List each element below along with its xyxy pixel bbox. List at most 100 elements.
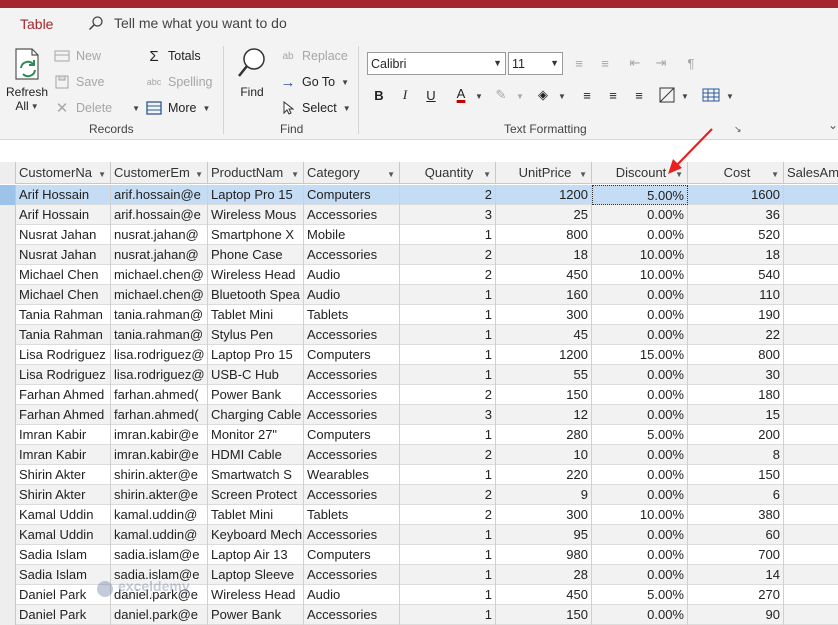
table-cell[interactable]: Shirin Akter bbox=[16, 485, 111, 505]
table-cell[interactable]: Laptop Pro 15 bbox=[208, 345, 304, 365]
table-cell[interactable]: michael.chen@ bbox=[111, 265, 208, 285]
table-cell[interactable]: 8 bbox=[688, 445, 784, 465]
table-cell[interactable] bbox=[784, 205, 838, 225]
table-cell[interactable]: 0.00% bbox=[592, 605, 688, 625]
table-cell[interactable]: 300 bbox=[496, 305, 592, 325]
table-cell[interactable]: tania.rahman@ bbox=[111, 325, 208, 345]
table-cell[interactable]: 95 bbox=[496, 525, 592, 545]
chevron-down-icon[interactable]: ▼ bbox=[726, 92, 734, 101]
table-cell[interactable]: farhan.ahmed( bbox=[111, 385, 208, 405]
table-cell[interactable]: 0.00% bbox=[592, 485, 688, 505]
table-cell[interactable]: Laptop Sleeve bbox=[208, 565, 304, 585]
table-cell[interactable]: 270 bbox=[688, 585, 784, 605]
table-cell[interactable]: Accessories bbox=[304, 485, 400, 505]
table-cell[interactable]: Monitor 27" bbox=[208, 425, 304, 445]
table-cell[interactable]: 1 bbox=[400, 525, 496, 545]
table-cell[interactable]: lisa.rodriguez@ bbox=[111, 365, 208, 385]
table-cell[interactable]: Kamal Uddin bbox=[16, 505, 111, 525]
table-cell[interactable]: michael.chen@ bbox=[111, 285, 208, 305]
sort-filter-dropdown-icon[interactable]: ▼ bbox=[98, 164, 106, 184]
spelling-button[interactable]: abc Spelling bbox=[146, 74, 213, 90]
table-row[interactable]: Shirin Akter shirin.akter@e Screen Protect… bbox=[0, 485, 838, 505]
record-selector[interactable] bbox=[0, 245, 16, 265]
table-cell[interactable]: Michael Chen bbox=[16, 265, 111, 285]
table-cell[interactable]: Tablet Mini bbox=[208, 505, 304, 525]
table-cell[interactable] bbox=[784, 285, 838, 305]
table-cell[interactable]: 2 bbox=[400, 185, 496, 205]
table-cell[interactable]: Sadia Islam bbox=[16, 545, 111, 565]
paragraph-direction-icon[interactable]: ¶ bbox=[680, 52, 702, 74]
table-cell[interactable]: Computers bbox=[304, 425, 400, 445]
record-selector[interactable] bbox=[0, 225, 16, 245]
table-cell[interactable]: Screen Protect bbox=[208, 485, 304, 505]
table-row[interactable]: Nusrat Jahan nusrat.jahan@ Smartphone X Mob… bbox=[0, 225, 838, 245]
table-cell[interactable]: 0.00% bbox=[592, 405, 688, 425]
table-cell[interactable]: Bluetooth Spea bbox=[208, 285, 304, 305]
select-all-box[interactable] bbox=[0, 162, 16, 184]
table-cell[interactable]: Accessories bbox=[304, 525, 400, 545]
table-cell[interactable]: Keyboard Mech bbox=[208, 525, 304, 545]
table-row[interactable]: Michael Chen michael.chen@ Wireless Head Au… bbox=[0, 265, 838, 285]
delete-record-button[interactable]: ✕ Delete ▼ bbox=[54, 100, 140, 117]
table-cell[interactable]: daniel.park@e bbox=[111, 585, 208, 605]
table-cell[interactable]: Laptop Pro 15 bbox=[208, 185, 304, 205]
table-cell[interactable]: 800 bbox=[496, 225, 592, 245]
table-cell[interactable]: 150 bbox=[496, 385, 592, 405]
table-cell[interactable]: 36 bbox=[688, 205, 784, 225]
table-cell[interactable]: Accessories bbox=[304, 385, 400, 405]
table-cell[interactable]: nusrat.jahan@ bbox=[111, 225, 208, 245]
table-cell[interactable]: 280 bbox=[496, 425, 592, 445]
table-cell[interactable]: 190 bbox=[688, 305, 784, 325]
table-cell[interactable]: Power Bank bbox=[208, 385, 304, 405]
table-cell[interactable]: 1 bbox=[400, 225, 496, 245]
table-row[interactable]: Daniel Park daniel.park@e Power Bank Access… bbox=[0, 605, 838, 625]
font-size-combo[interactable]: 11 ▼ bbox=[508, 52, 563, 75]
table-cell[interactable]: 2 bbox=[400, 445, 496, 465]
record-selector[interactable] bbox=[0, 425, 16, 445]
table-cell[interactable]: Smartphone X bbox=[208, 225, 304, 245]
table-cell[interactable]: Tablets bbox=[304, 305, 400, 325]
table-cell[interactable]: 22 bbox=[688, 325, 784, 345]
table-cell[interactable]: 2 bbox=[400, 265, 496, 285]
table-cell[interactable]: 800 bbox=[688, 345, 784, 365]
sort-filter-dropdown-icon[interactable]: ▼ bbox=[195, 164, 203, 184]
table-cell[interactable]: Kamal Uddin bbox=[16, 525, 111, 545]
bullets-icon[interactable]: ≡ bbox=[568, 52, 590, 74]
table-row[interactable]: Sadia Islam sadia.islam@e Laptop Sleeve Acc… bbox=[0, 565, 838, 585]
table-cell[interactable]: Daniel Park bbox=[16, 585, 111, 605]
column-header[interactable]: Quantity ▼ bbox=[400, 162, 496, 184]
bold-button[interactable]: B bbox=[368, 84, 390, 106]
record-selector[interactable] bbox=[0, 605, 16, 625]
align-left-icon[interactable]: ≡ bbox=[576, 84, 598, 106]
more-button[interactable]: More ▼ bbox=[146, 100, 210, 116]
table-cell[interactable]: Mobile bbox=[304, 225, 400, 245]
table-cell[interactable]: Wireless Head bbox=[208, 265, 304, 285]
table-cell[interactable]: Wireless Mous bbox=[208, 205, 304, 225]
table-cell[interactable]: 15 bbox=[688, 405, 784, 425]
table-cell[interactable]: 450 bbox=[496, 265, 592, 285]
table-cell[interactable]: Nusrat Jahan bbox=[16, 225, 111, 245]
table-cell[interactable]: kamal.uddin@ bbox=[111, 505, 208, 525]
table-cell[interactable]: Power Bank bbox=[208, 605, 304, 625]
table-cell[interactable]: sadia.islam@e bbox=[111, 545, 208, 565]
table-cell[interactable]: Imran Kabir bbox=[16, 425, 111, 445]
table-cell[interactable]: Arif Hossain bbox=[16, 185, 111, 205]
totals-button[interactable]: Σ Totals bbox=[146, 48, 200, 65]
chevron-down-icon[interactable]: ▼ bbox=[558, 92, 566, 101]
column-header[interactable]: Category ▼ bbox=[304, 162, 400, 184]
table-cell[interactable]: 10.00% bbox=[592, 505, 688, 525]
record-selector[interactable] bbox=[0, 445, 16, 465]
collapse-ribbon-icon[interactable]: ⌄ bbox=[828, 118, 838, 132]
table-cell[interactable]: 2 bbox=[400, 505, 496, 525]
record-selector[interactable] bbox=[0, 205, 16, 225]
table-cell[interactable] bbox=[784, 345, 838, 365]
table-row[interactable]: Farhan Ahmed farhan.ahmed(Power Bank Acces… bbox=[0, 385, 838, 405]
table-cell[interactable]: Wearables bbox=[304, 465, 400, 485]
table-cell[interactable]: arif.hossain@e bbox=[111, 185, 208, 205]
increase-indent-icon[interactable]: ⇥ bbox=[650, 52, 672, 74]
table-cell[interactable]: Accessories bbox=[304, 205, 400, 225]
table-cell[interactable]: 10.00% bbox=[592, 265, 688, 285]
table-cell[interactable] bbox=[784, 565, 838, 585]
record-selector[interactable] bbox=[0, 305, 16, 325]
table-cell[interactable]: farhan.ahmed( bbox=[111, 405, 208, 425]
